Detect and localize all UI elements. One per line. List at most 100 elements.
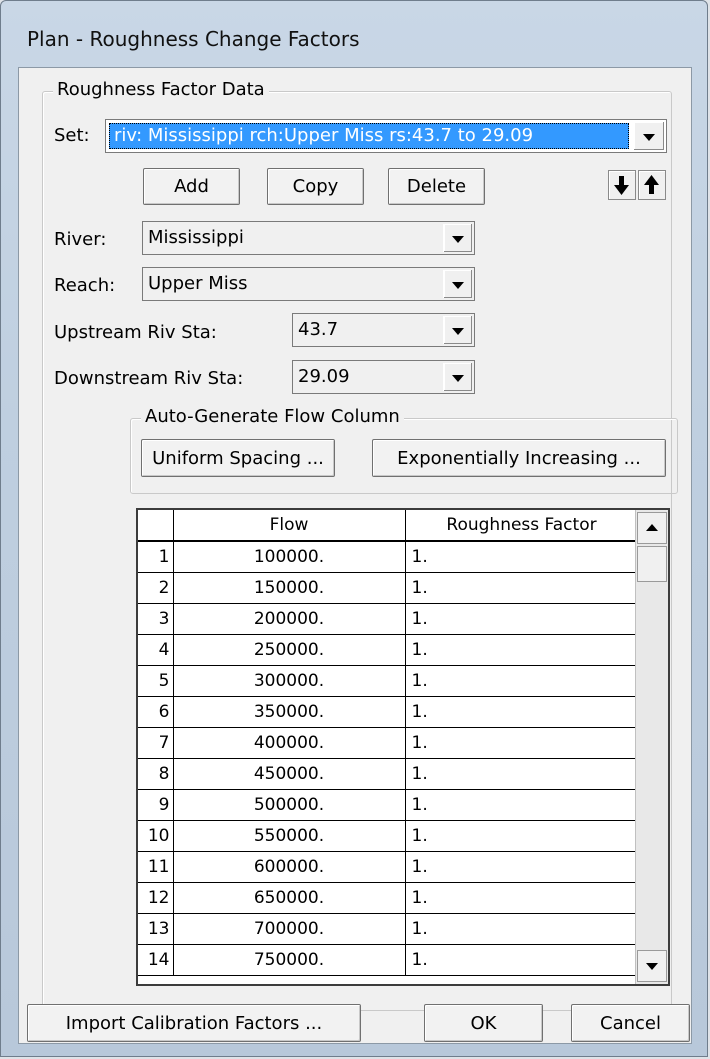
roughness-factor-cell[interactable]: 1.	[405, 572, 639, 604]
roughness-factor-cell[interactable]: 1.	[405, 603, 639, 635]
roughness-factor-cell[interactable]: 1.	[405, 541, 639, 573]
chevron-down-icon[interactable]	[443, 316, 472, 344]
flow-cell[interactable]: 400000.	[173, 727, 406, 759]
row-number-header	[138, 510, 174, 542]
chevron-down-icon[interactable]	[443, 270, 472, 298]
table-row[interactable]: 12 650000. 1.	[138, 882, 639, 914]
move-down-button[interactable]	[608, 170, 636, 200]
set-label: Set:	[54, 125, 90, 146]
roughness-factor-cell[interactable]: 1.	[405, 758, 639, 790]
upstream-riv-sta-dropdown[interactable]: 43.7	[292, 313, 475, 347]
row-number-cell: 13	[138, 913, 174, 945]
reach-dropdown[interactable]: Upper Miss	[142, 267, 475, 301]
roughness-factor-cell[interactable]: 1.	[405, 727, 639, 759]
table-vertical-scrollbar[interactable]	[635, 510, 668, 984]
table-row[interactable]: 8 450000. 1.	[138, 758, 639, 790]
add-button[interactable]: Add	[143, 168, 240, 205]
roughness-factor-cell[interactable]: 1.	[405, 634, 639, 666]
set-dropdown[interactable]: riv: Mississippi rch:Upper Miss rs:43.7 …	[105, 119, 667, 153]
row-number-cell: 4	[138, 634, 174, 666]
table-row[interactable]: 2 150000. 1.	[138, 572, 639, 604]
chevron-down-icon[interactable]	[634, 122, 664, 150]
river-dropdown[interactable]: Mississippi	[142, 221, 475, 255]
row-number-cell: 5	[138, 665, 174, 697]
flow-cell[interactable]: 250000.	[173, 634, 406, 666]
table-row[interactable]: 11 600000. 1.	[138, 851, 639, 883]
row-number-cell: 10	[138, 820, 174, 852]
row-number-cell: 2	[138, 572, 174, 604]
move-up-button[interactable]	[638, 170, 666, 200]
title-bar[interactable]: Plan - Roughness Change Factors	[1, 1, 707, 67]
chevron-down-icon[interactable]	[443, 363, 472, 391]
cancel-button[interactable]: Cancel	[571, 1004, 690, 1042]
table-row[interactable]: 9 500000. 1.	[138, 789, 639, 821]
ok-button[interactable]: OK	[424, 1004, 543, 1042]
row-number-cell: 7	[138, 727, 174, 759]
flow-cell[interactable]: 300000.	[173, 665, 406, 697]
scroll-down-button[interactable]	[637, 950, 667, 982]
roughness-factor-column-header[interactable]: Roughness Factor	[405, 510, 639, 542]
row-number-cell: 1	[138, 541, 174, 573]
river-label: River:	[54, 229, 107, 250]
roughness-factor-cell[interactable]: 1.	[405, 820, 639, 852]
roughness-factor-cell[interactable]: 1.	[405, 882, 639, 914]
flow-roughness-table[interactable]: Flow Roughness Factor 1 100000. 1. 2 150000.…	[136, 508, 670, 986]
roughness-factor-cell[interactable]: 1.	[405, 696, 639, 728]
copy-button[interactable]: Copy	[267, 168, 364, 205]
flow-cell[interactable]: 350000.	[173, 696, 406, 728]
roughness-factor-cell[interactable]: 1.	[405, 789, 639, 821]
flow-cell[interactable]: 750000.	[173, 944, 406, 976]
scroll-thumb[interactable]	[637, 546, 667, 582]
table-row[interactable]: 1 100000. 1.	[138, 541, 639, 573]
downstream-riv-sta-dropdown[interactable]: 29.09	[292, 360, 475, 394]
reach-value: Upper Miss	[148, 273, 248, 294]
uniform-spacing-button[interactable]: Uniform Spacing ...	[141, 439, 335, 477]
roughness-factor-cell[interactable]: 1.	[405, 913, 639, 945]
delete-button[interactable]: Delete	[388, 168, 485, 205]
table-row[interactable]: 10 550000. 1.	[138, 820, 639, 852]
table-row[interactable]: 3 200000. 1.	[138, 603, 639, 635]
upstream-riv-sta-value: 43.7	[298, 319, 339, 340]
table-row[interactable]: 7 400000. 1.	[138, 727, 639, 759]
table-row[interactable]: 6 350000. 1.	[138, 696, 639, 728]
table-row[interactable]: 14 750000. 1.	[138, 944, 639, 976]
flow-cell[interactable]: 650000.	[173, 882, 406, 914]
flow-cell[interactable]: 700000.	[173, 913, 406, 945]
triangle-down-icon	[646, 963, 658, 970]
scroll-up-button[interactable]	[637, 512, 667, 544]
exponentially-increasing-button[interactable]: Exponentially Increasing ...	[372, 439, 666, 477]
flow-cell[interactable]: 150000.	[173, 572, 406, 604]
table-row[interactable]: 4 250000. 1.	[138, 634, 639, 666]
roughness-factor-cell[interactable]: 1.	[405, 851, 639, 883]
table-row[interactable]: 13 700000. 1.	[138, 913, 639, 945]
flow-cell[interactable]: 600000.	[173, 851, 406, 883]
roughness-factor-cell[interactable]: 1.	[405, 665, 639, 697]
flow-cell[interactable]: 550000.	[173, 820, 406, 852]
downstream-riv-sta-label: Downstream Riv Sta:	[54, 368, 244, 389]
downstream-riv-sta-value: 29.09	[298, 366, 350, 387]
chevron-down-icon[interactable]	[443, 224, 472, 252]
row-number-cell: 8	[138, 758, 174, 790]
roughness-factor-cell[interactable]: 1.	[405, 944, 639, 976]
row-number-cell: 11	[138, 851, 174, 883]
arrow-up-icon	[644, 175, 659, 194]
flow-cell[interactable]: 100000.	[173, 541, 406, 573]
table-row[interactable]: 5 300000. 1.	[138, 665, 639, 697]
dialog-client-area: Roughness Factor Data Set: riv: Mississi…	[18, 67, 692, 1044]
flow-cell[interactable]: 200000.	[173, 603, 406, 635]
reach-label: Reach:	[54, 275, 116, 296]
dialog-window: Plan - Roughness Change Factors Roughnes…	[0, 0, 708, 1057]
set-selected-value: riv: Mississippi rch:Upper Miss rs:43.7 …	[109, 123, 629, 149]
flow-column-header[interactable]: Flow	[173, 510, 406, 542]
flow-cell[interactable]: 500000.	[173, 789, 406, 821]
row-number-cell: 14	[138, 944, 174, 976]
import-calibration-factors-button[interactable]: Import Calibration Factors ...	[27, 1004, 361, 1042]
row-number-cell: 12	[138, 882, 174, 914]
arrow-down-icon	[614, 176, 629, 195]
row-number-cell: 9	[138, 789, 174, 821]
flow-cell[interactable]: 450000.	[173, 758, 406, 790]
set-value-text: riv: Mississippi rch:Upper Miss rs:43.7 …	[114, 125, 534, 146]
upstream-riv-sta-label: Upstream Riv Sta:	[54, 322, 217, 343]
river-value: Mississippi	[148, 227, 244, 248]
flow-roughness-grid: Flow Roughness Factor 1 100000. 1. 2 150000.…	[138, 510, 639, 976]
